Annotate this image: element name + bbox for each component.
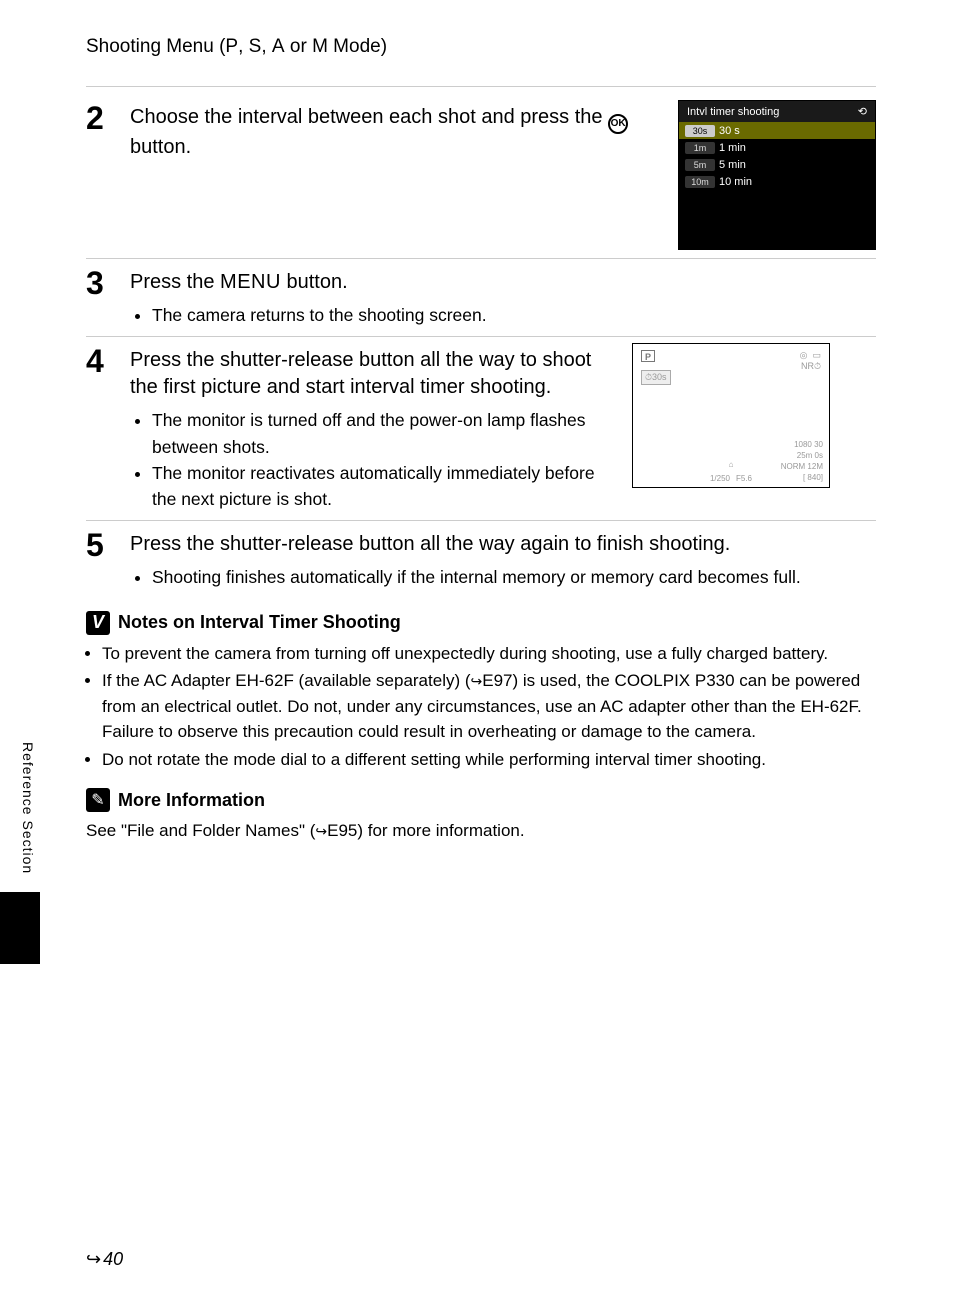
step-5-text: Press the shutter-release button all the… — [130, 531, 876, 558]
header-suffix: Mode) — [328, 36, 387, 57]
more-info-text: See "File and Folder Names" (↪E95) for m… — [86, 818, 876, 844]
header-prefix: Shooting Menu ( — [86, 36, 225, 57]
header-divider — [86, 86, 876, 87]
lcd-row-5m: 5m 5 min — [679, 156, 875, 173]
step-5-bullet-1: Shooting finishes automatically if the i… — [152, 564, 876, 590]
mode-m: M — [312, 36, 328, 57]
lcd-menu-title: Intvl timer shooting ⟲ — [679, 101, 875, 122]
mode-p: P — [225, 36, 238, 57]
notes-title-2: More Information — [118, 790, 265, 811]
step-2-body: Choose the interval between each shot an… — [130, 100, 666, 250]
step-4-text: Press the shutter-release button all the… — [130, 347, 620, 401]
step-2-screenshot: Intvl timer shooting ⟲ 30s 30 s 1m 1 min… — [678, 100, 876, 250]
step-2: 2 Choose the interval between each shot … — [86, 100, 876, 259]
side-section-label: Reference Section — [20, 742, 36, 874]
menu-button-label: MENU — [220, 271, 281, 293]
reference-icon: ↪ — [315, 823, 327, 839]
nr-indicator: NR⏱ — [801, 361, 821, 371]
step-4-bullet-2: The monitor reactivates automatically im… — [152, 460, 620, 513]
lcd-row-1m: 1m 1 min — [679, 139, 875, 156]
reference-icon: ↪ — [471, 673, 483, 689]
page-number: ↪40 — [86, 1249, 123, 1270]
lcd-row-30s: 30s 30 s — [679, 122, 875, 139]
step-3-number: 3 — [86, 265, 130, 328]
main-content: 2 Choose the interval between each shot … — [86, 100, 876, 844]
step-5: 5 Press the shutter-release button all t… — [86, 527, 876, 598]
step-3-body: Press the MENU button. The camera return… — [130, 265, 876, 328]
step-4-bullet-1: The monitor is turned off and the power-… — [152, 407, 620, 460]
step-3-text: Press the MENU button. — [130, 269, 876, 296]
note1-bullet-1: To prevent the camera from turning off u… — [102, 641, 876, 667]
battery-icon: ▭ — [812, 350, 821, 360]
reference-page-icon: ↪ — [86, 1249, 101, 1270]
notes-interval-timer: V Notes on Interval Timer Shooting To pr… — [86, 611, 876, 773]
step-4-body: Press the shutter-release button all the… — [130, 343, 620, 512]
side-tab-marker — [0, 892, 40, 964]
top-right-icons: ◎ ▭ NR⏱ — [800, 350, 821, 372]
info-icon: ✎ — [86, 788, 110, 812]
mode-s: S — [249, 36, 262, 57]
mode-indicator: P — [641, 350, 655, 362]
step-3: 3 Press the MENU button. The camera retu… — [86, 265, 876, 337]
more-information: ✎ More Information See "File and Folder … — [86, 788, 876, 844]
step-2-text: Choose the interval between each shot an… — [130, 104, 666, 161]
bottom-exposure: 1/250 F5.6 — [633, 474, 829, 483]
lcd-interval-menu: Intvl timer shooting ⟲ 30s 30 s 1m 1 min… — [678, 100, 876, 250]
notes-title-1: Notes on Interval Timer Shooting — [118, 612, 401, 633]
card-icon: ⌂ — [729, 460, 734, 469]
note1-bullet-2: If the AC Adapter EH-62F (available sepa… — [102, 668, 876, 745]
mode-a: A — [272, 36, 285, 57]
step-5-body: Press the shutter-release button all the… — [130, 527, 876, 590]
lcd-row-10m: 10m 10 min — [679, 173, 875, 190]
page-header: Shooting Menu (P, S, A or M Mode) — [86, 36, 387, 58]
step-4-screenshot: P ⏱30s ◎ ▭ NR⏱ 1080 30 25m 0s NORM 12M [… — [632, 343, 830, 512]
lcd-shooting-screen: P ⏱30s ◎ ▭ NR⏱ 1080 30 25m 0s NORM 12M [… — [632, 343, 830, 488]
step-3-bullet-1: The camera returns to the shooting scree… — [152, 302, 876, 328]
note1-bullet-3: Do not rotate the mode dial to a differe… — [102, 747, 876, 773]
caution-icon: V — [86, 611, 110, 635]
step-4-number: 4 — [86, 343, 130, 512]
back-icon: ⟲ — [858, 105, 867, 118]
interval-indicator: ⏱30s — [641, 370, 671, 385]
step-5-number: 5 — [86, 527, 130, 590]
ok-button-icon: OK — [608, 114, 628, 134]
step-2-number: 2 — [86, 100, 130, 250]
rec-icon: ◎ — [800, 350, 808, 360]
exposure-row: ⌂ — [633, 460, 829, 469]
step-4: 4 Press the shutter-release button all t… — [86, 343, 876, 521]
